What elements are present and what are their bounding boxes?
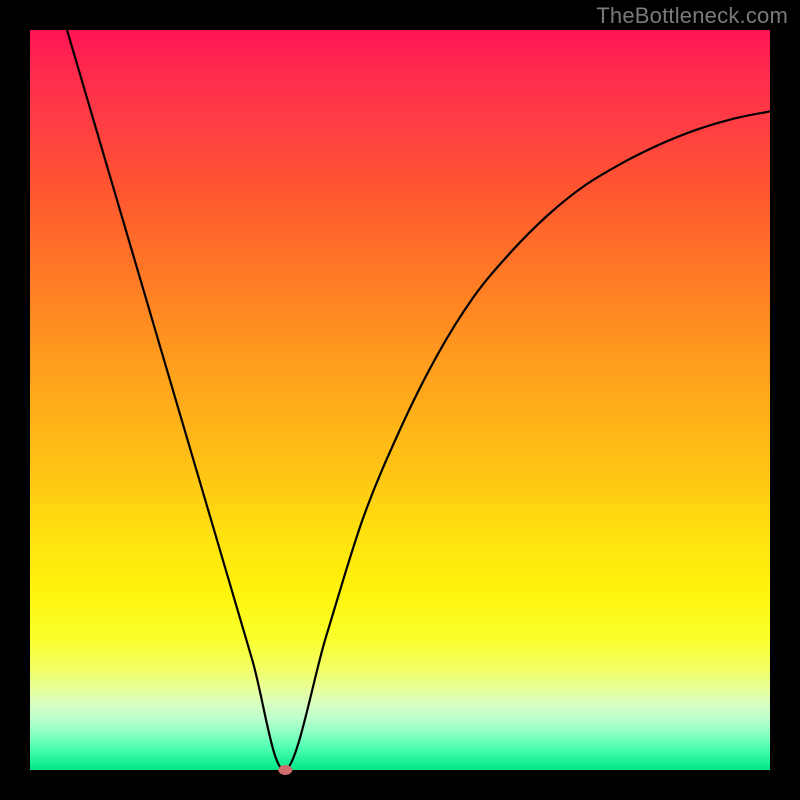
chart-frame: TheBottleneck.com — [0, 0, 800, 800]
plot-area — [30, 30, 770, 770]
minimum-marker — [278, 765, 292, 775]
curve-svg — [30, 30, 770, 770]
watermark-text: TheBottleneck.com — [596, 3, 788, 29]
bottleneck-curve — [67, 30, 770, 770]
